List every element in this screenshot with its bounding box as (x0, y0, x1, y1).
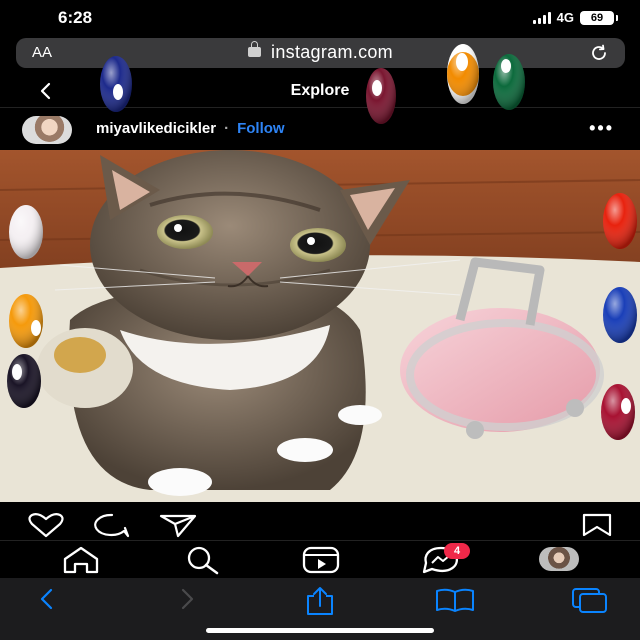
signal-icon (532, 11, 551, 24)
ball-black[interactable] (7, 354, 41, 408)
ball-royal-blue[interactable] (603, 287, 637, 343)
reload-icon[interactable] (587, 41, 611, 65)
status-bar: 6:28 4G 69 (0, 0, 640, 34)
lock-icon (248, 41, 262, 57)
messages-badge: 4 (444, 543, 470, 559)
comment-icon[interactable] (92, 512, 132, 538)
post-actions (0, 508, 640, 540)
home-indicator (206, 628, 434, 633)
tabs-icon[interactable] (570, 586, 610, 614)
page-title: Explore (290, 82, 350, 99)
ball-orange[interactable] (9, 294, 43, 348)
address-field[interactable]: instagram.com (16, 41, 625, 63)
status-time: 6:28 (58, 8, 93, 27)
post-photo[interactable] (0, 150, 640, 502)
cat-photo (0, 150, 640, 502)
heart-icon[interactable] (26, 512, 66, 538)
ball-orange-stripe[interactable] (447, 44, 479, 104)
ball-red[interactable] (603, 193, 637, 249)
url-text: instagram.com (271, 42, 393, 62)
ball-green[interactable] (493, 54, 525, 110)
reels-icon[interactable] (300, 545, 342, 575)
ball-crimson[interactable] (601, 384, 635, 440)
search-icon[interactable] (180, 545, 222, 575)
ball-white[interactable] (9, 205, 43, 259)
forward-icon[interactable] (174, 586, 200, 612)
ball-blue[interactable] (100, 56, 132, 112)
bookmark-icon[interactable] (580, 512, 614, 538)
post-username[interactable]: miyavlikedicikler (96, 120, 216, 137)
post-avatar[interactable] (22, 116, 72, 144)
separator-dot: · (224, 120, 230, 137)
ball-maroon[interactable] (366, 68, 396, 124)
explore-header: Explore (0, 74, 640, 108)
share-icon[interactable] (158, 512, 198, 538)
profile-avatar[interactable] (539, 547, 579, 571)
back-icon[interactable] (34, 586, 60, 612)
status-indicators: 4G 69 (532, 10, 618, 25)
post-user-line: miyavlikedicikler · Follow (96, 120, 285, 137)
more-options-icon[interactable]: ••• (589, 118, 614, 139)
post-header: miyavlikedicikler · Follow ••• (0, 110, 640, 150)
home-icon[interactable] (60, 545, 102, 575)
share-sheet-icon[interactable] (304, 586, 336, 616)
battery-icon: 69 (580, 10, 618, 25)
network-label: 4G (556, 10, 574, 25)
tab-bar: 4 (0, 540, 640, 578)
follow-button[interactable]: Follow (237, 120, 285, 137)
bookmarks-icon[interactable] (434, 586, 476, 614)
